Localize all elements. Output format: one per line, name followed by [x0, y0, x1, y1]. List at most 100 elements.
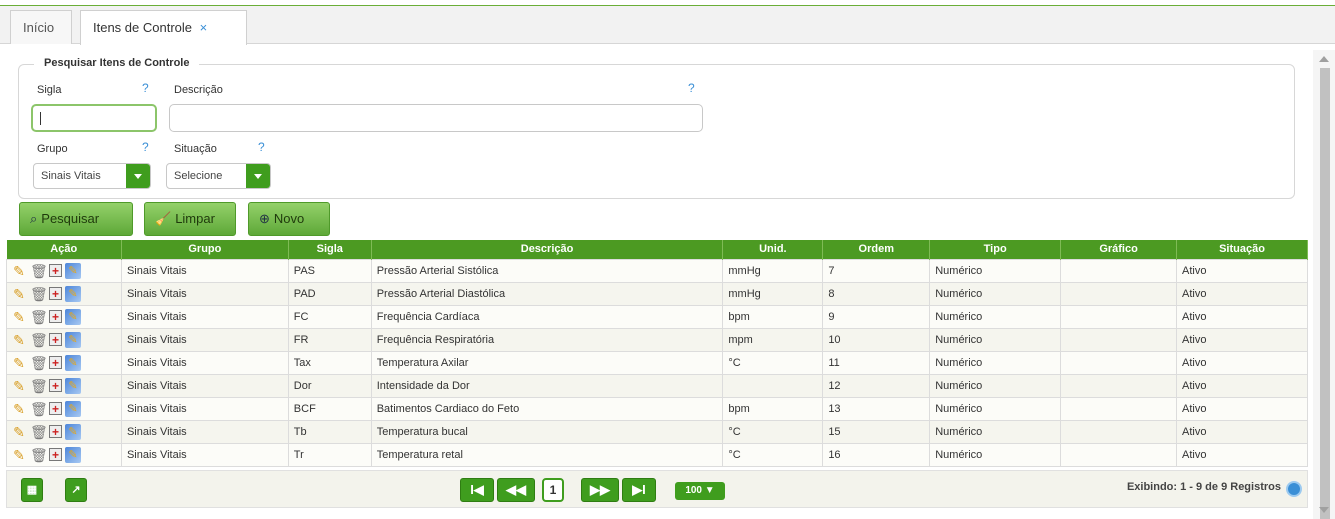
trash-icon[interactable]: 🗑 [30, 332, 48, 348]
search-legend: Pesquisar Itens de Controle [34, 57, 200, 69]
report-icon[interactable]: ✎ [65, 308, 81, 325]
add-box-icon[interactable]: + [49, 379, 62, 392]
refresh-icon[interactable] [1286, 481, 1302, 497]
cell-situacao: Ativo [1176, 373, 1308, 398]
tab-itens-controle[interactable]: Itens de Controle × [80, 10, 247, 45]
report-icon[interactable]: ✎ [65, 354, 81, 371]
pencil-icon[interactable]: ✎ [11, 309, 27, 325]
pencil-icon[interactable]: ✎ [11, 401, 27, 417]
vertical-scrollbar[interactable] [1313, 50, 1335, 519]
sigla-label: Sigla [37, 84, 62, 96]
cell-tipo: Numérico [929, 373, 1062, 398]
add-box-icon[interactable]: + [49, 402, 62, 415]
report-icon[interactable]: ✎ [65, 262, 81, 279]
add-box-icon[interactable]: + [49, 287, 62, 300]
col-grupo[interactable]: Grupo [121, 240, 289, 259]
cell-grafico [1060, 419, 1178, 444]
current-page[interactable]: 1 [542, 478, 564, 502]
table-row[interactable]: ✎ 🗑 + ✎ Sinais Vitais FR Frequência Respiratór… [6, 327, 1308, 352]
add-box-icon[interactable]: + [49, 448, 62, 461]
add-box-icon[interactable]: + [49, 356, 62, 369]
trash-icon[interactable]: 🗑 [30, 424, 48, 440]
situacao-label: Situação [174, 143, 217, 155]
cell-grafico [1060, 327, 1178, 352]
cell-ordem: 7 [822, 258, 931, 283]
add-box-icon[interactable]: + [49, 264, 62, 277]
novo-button[interactable]: ⊕ Novo [248, 202, 330, 236]
export-icon[interactable]: ↗ [65, 478, 87, 502]
next-page-button[interactable]: ▶▶ [581, 478, 619, 502]
report-icon[interactable]: ✎ [65, 400, 81, 417]
col-grafico[interactable]: Gráfico [1060, 240, 1178, 259]
table-row[interactable]: ✎ 🗑 + ✎ Sinais Vitais Tb Temperatura bucal °C 15… [6, 419, 1308, 444]
table-header-row: Ação Grupo Sigla Descrição Unid. Ordem T… [6, 240, 1308, 259]
table-row[interactable]: ✎ 🗑 + ✎ Sinais Vitais PAD Pressão Arterial Dia… [6, 281, 1308, 306]
page-size-select[interactable]: 100 ▼ [675, 482, 725, 500]
first-page-button[interactable]: I◀ [460, 478, 494, 502]
descricao-input[interactable] [169, 104, 703, 132]
report-icon[interactable]: ✎ [65, 423, 81, 440]
trash-icon[interactable]: 🗑 [30, 286, 48, 302]
trash-icon[interactable]: 🗑 [30, 263, 48, 279]
add-box-icon[interactable]: + [49, 333, 62, 346]
limpar-button[interactable]: 🧹 Limpar [144, 202, 236, 236]
trash-icon[interactable]: 🗑 [30, 309, 48, 325]
pencil-icon[interactable]: ✎ [11, 263, 27, 279]
situacao-select[interactable]: Selecione [166, 163, 271, 189]
pencil-icon[interactable]: ✎ [11, 424, 27, 440]
pencil-icon[interactable]: ✎ [11, 332, 27, 348]
close-tab-icon[interactable]: × [200, 20, 208, 35]
table-row[interactable]: ✎ 🗑 + ✎ Sinais Vitais BCF Batimentos Cardiaco … [6, 396, 1308, 421]
chevron-down-icon[interactable] [126, 164, 150, 188]
sigla-help-icon[interactable]: ? [142, 81, 149, 95]
table-row[interactable]: ✎ 🗑 + ✎ Sinais Vitais FC Frequência Cardíaca bp… [6, 304, 1308, 329]
col-acao[interactable]: Ação [6, 240, 122, 259]
broom-icon: 🧹 [155, 211, 172, 226]
situacao-help-icon[interactable]: ? [258, 140, 265, 154]
cell-sigla: PAS [287, 258, 372, 283]
last-page-button[interactable]: ▶I [622, 478, 656, 502]
report-icon[interactable]: ✎ [65, 377, 81, 394]
table-row[interactable]: ✎ 🗑 + ✎ Sinais Vitais PAS Pressão Arterial Sis… [6, 258, 1308, 283]
chevron-down-icon[interactable] [246, 164, 270, 188]
pesquisar-button[interactable]: ⌕ Pesquisar [19, 202, 133, 236]
table-row[interactable]: ✎ 🗑 + ✎ Sinais Vitais Dor Intensidade da Dor 12… [6, 373, 1308, 398]
tab-inicio[interactable]: Início [10, 10, 72, 44]
table-row[interactable]: ✎ 🗑 + ✎ Sinais Vitais Tr Temperatura retal °C 16… [6, 442, 1308, 467]
trash-icon[interactable]: 🗑 [30, 355, 48, 371]
cell-tipo: Numérico [929, 442, 1062, 467]
report-icon[interactable]: ✎ [65, 285, 81, 302]
cell-unid: bpm [722, 304, 824, 329]
add-box-icon[interactable]: + [49, 310, 62, 323]
grid-icon[interactable]: ▦ [21, 478, 43, 502]
trash-icon[interactable]: 🗑 [30, 378, 48, 394]
table-row[interactable]: ✎ 🗑 + ✎ Sinais Vitais Tax Temperatura Axilar °C… [6, 350, 1308, 375]
pencil-icon[interactable]: ✎ [11, 378, 27, 394]
prev-page-button[interactable]: ◀◀ [497, 478, 535, 502]
col-tipo[interactable]: Tipo [929, 240, 1062, 259]
grupo-help-icon[interactable]: ? [142, 140, 149, 154]
add-box-icon[interactable]: + [49, 425, 62, 438]
cell-unid: mmHg [722, 258, 824, 283]
col-descricao[interactable]: Descrição [371, 240, 724, 259]
trash-icon[interactable]: 🗑 [30, 401, 48, 417]
descricao-label: Descrição [174, 84, 223, 96]
scroll-thumb[interactable] [1320, 68, 1330, 519]
col-sigla[interactable]: Sigla [288, 240, 372, 259]
col-situacao[interactable]: Situação [1176, 240, 1308, 259]
report-icon[interactable]: ✎ [65, 446, 81, 463]
grupo-select[interactable]: Sinais Vitais [33, 163, 151, 189]
pencil-icon[interactable]: ✎ [11, 355, 27, 371]
sigla-input[interactable] [31, 104, 157, 132]
pencil-icon[interactable]: ✎ [11, 447, 27, 463]
situacao-select-value: Selecione [174, 170, 223, 182]
scroll-down-icon[interactable] [1319, 507, 1329, 513]
col-unid[interactable]: Unid. [722, 240, 824, 259]
pencil-icon[interactable]: ✎ [11, 286, 27, 302]
cell-unid [722, 373, 824, 398]
report-icon[interactable]: ✎ [65, 331, 81, 348]
trash-icon[interactable]: 🗑 [30, 447, 48, 463]
scroll-up-icon[interactable] [1319, 56, 1329, 62]
descricao-help-icon[interactable]: ? [688, 81, 695, 95]
col-ordem[interactable]: Ordem [822, 240, 931, 259]
